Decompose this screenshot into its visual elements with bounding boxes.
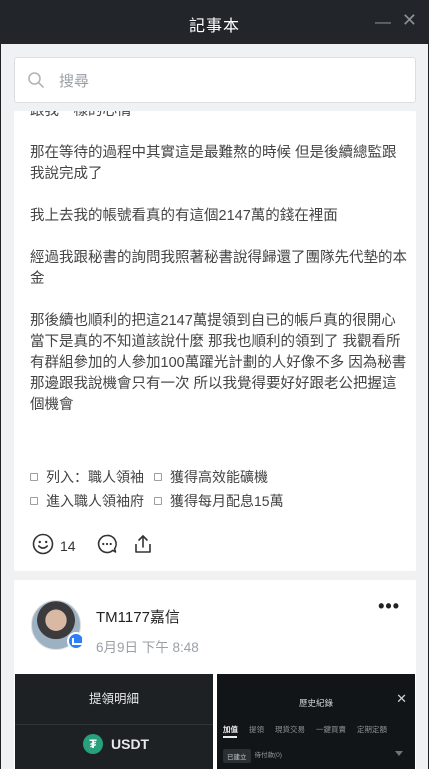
post-date: 6月9日 下午 8:48 <box>96 640 199 655</box>
window-title: 記事本 <box>188 18 240 35</box>
image-tab: 一鍵買賣 <box>316 725 346 734</box>
checklist-item[interactable]: 獲得高效能礦機 <box>154 465 268 489</box>
more-icon[interactable]: ••• <box>378 596 400 617</box>
author-name[interactable]: TM1177嘉信 <box>96 606 180 627</box>
post-paragraph: 那在等待的過程中其實這是最難熬的時候 但是後續總監跟我說完成了 <box>30 145 397 182</box>
image-tab: 定期定額 <box>357 725 387 734</box>
post-image[interactable]: 歷史紀錄 ✕ 加值 提領 現貨交易 一鍵買賣 定期定額 已建立 待付款(0) <box>217 674 415 769</box>
close-button[interactable]: ✕ <box>402 10 417 31</box>
minimize-button[interactable]: — <box>375 14 391 32</box>
image-tab: 現貨交易 <box>275 725 305 734</box>
window-titlebar: 記事本 — ✕ <box>0 0 429 44</box>
checklist-item-label: 獲得高效能礦機 <box>170 469 268 485</box>
share-icon[interactable] <box>132 533 154 560</box>
post-paragraph: 跟我一樣的心情 <box>30 111 132 119</box>
checklist-row: 進入職人領袖府 獲得每月配息15萬 <box>30 489 410 513</box>
image-tabs: 加值 提領 現貨交易 一鍵買賣 定期定額 <box>223 724 387 735</box>
checklist-row: 列入：職人領袖 獲得高效能礦機 <box>30 465 410 489</box>
post-card: TM1177嘉信 6月9日 下午 8:48 ••• 提領明細 ₮ USDT 歷史… <box>14 580 416 769</box>
post-actions: 14 <box>32 532 154 560</box>
checklist-item-label: 獲得每月配息15萬 <box>170 493 284 509</box>
search-icon <box>28 72 44 88</box>
image-tab: 提領 <box>249 725 264 734</box>
post-card: 跟我一樣的心情 那在等待的過程中其實這是最難熬的時候 但是後續總監跟我說完成了 … <box>14 111 416 571</box>
verified-badge-icon <box>67 632 85 650</box>
notebook-panel: 跟我一樣的心情 那在等待的過程中其實這是最難熬的時候 但是後續總監跟我說完成了 … <box>1 44 428 769</box>
image-tab: 加值 <box>223 725 238 734</box>
checklist-item-label: 進入職人領袖府 <box>46 493 144 509</box>
smile-icon[interactable] <box>32 533 54 560</box>
divider <box>15 724 213 725</box>
checklist-item-label: 列入：職人領袖 <box>46 469 144 485</box>
checkbox-icon[interactable] <box>30 497 38 505</box>
post-paragraph: 經過我跟秘書的詢問我照著秘書說得歸還了團隊先代墊的本金 <box>30 250 407 287</box>
checklist-item[interactable]: 獲得每月配息15萬 <box>154 489 284 513</box>
post-paragraph: 我上去我的帳號看真的有這個2147萬的錢在裡面 <box>30 208 338 224</box>
post-paragraph: 那後續也順利的把這2147萬提領到自已的帳戶真的很開心 當下是真的不知道該說什麼… <box>30 313 407 413</box>
post-images: 提領明細 ₮ USDT 歷史紀錄 ✕ 加值 提領 現貨交易 一鍵買賣 定期定額 <box>15 674 415 769</box>
search-input[interactable] <box>59 68 399 94</box>
usdt-coin-icon: ₮ <box>83 734 103 754</box>
close-icon: ✕ <box>396 691 407 706</box>
checkbox-icon[interactable] <box>154 497 162 505</box>
usdt-row: ₮ USDT <box>83 734 149 754</box>
tab-underline <box>223 736 237 738</box>
filter-chip: 已建立 <box>223 749 251 763</box>
image-heading: 提領明細 <box>88 692 139 706</box>
image-heading: 歷史紀錄 <box>298 698 333 708</box>
reaction-count: 14 <box>60 538 76 554</box>
checklist-item[interactable]: 列入：職人領袖 <box>30 465 144 489</box>
checklist-item[interactable]: 進入職人領袖府 <box>30 489 144 513</box>
post-body: 跟我一樣的心情 那在等待的過程中其實這是最難熬的時候 但是後續總監跟我說完成了 … <box>30 111 408 437</box>
checklist: 列入：職人領袖 獲得高效能礦機 進入職人領袖府 獲得每月配息15萬 <box>30 465 410 513</box>
checkbox-icon[interactable] <box>154 473 162 481</box>
image-filters: 已建立 待付款(0) <box>223 749 282 763</box>
dropdown-arrow-icon <box>395 751 403 756</box>
post-image[interactable]: 提領明細 ₮ USDT <box>15 674 213 769</box>
usdt-label: USDT <box>111 736 150 752</box>
search-bar[interactable] <box>14 57 416 103</box>
checkbox-icon[interactable] <box>30 473 38 481</box>
filter-chip: 待付款(0) <box>254 752 282 759</box>
comment-icon[interactable] <box>96 533 118 560</box>
